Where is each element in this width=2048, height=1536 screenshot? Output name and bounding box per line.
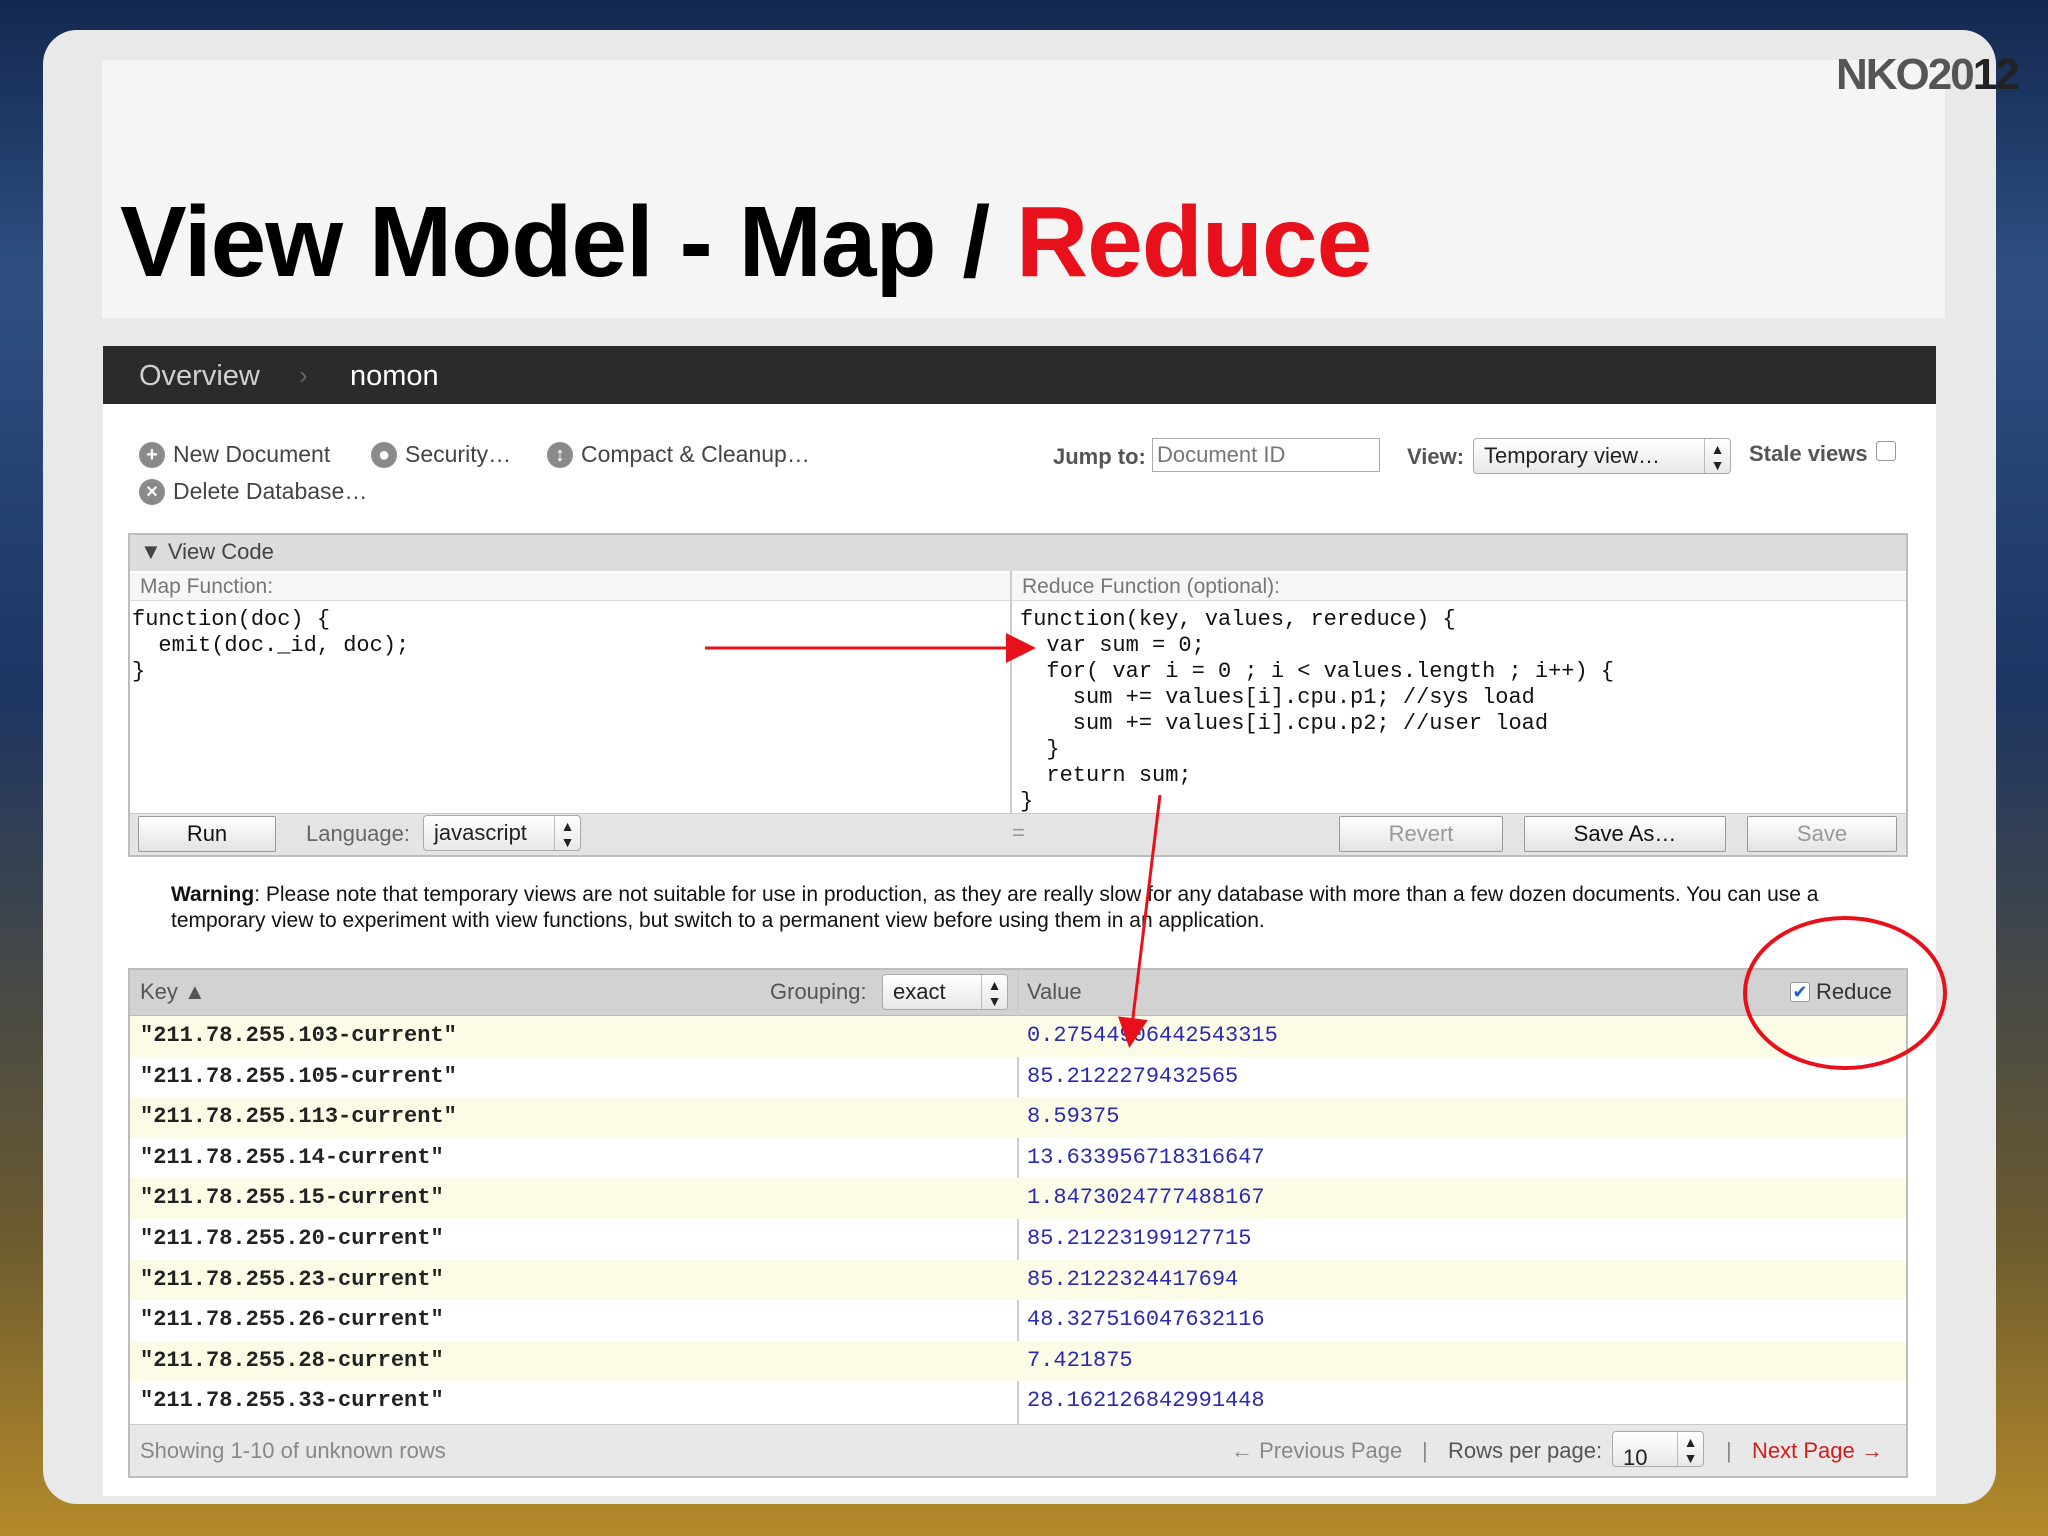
select-arrows-icon: ▲ ▼ bbox=[1677, 1432, 1703, 1466]
slide-title-accent: Reduce bbox=[1015, 186, 1372, 298]
next-page-link[interactable]: Next Page → bbox=[1752, 1438, 1883, 1464]
reduce-checkbox[interactable]: ✔ bbox=[1790, 982, 1810, 1002]
map-function-editor[interactable]: function(doc) { emit(doc._id, doc); } bbox=[132, 607, 409, 685]
shield-icon: ● bbox=[371, 441, 397, 468]
rows-per-page-label: Rows per page: bbox=[1448, 1438, 1603, 1463]
reduce-function-label: Reduce Function (optional): bbox=[1012, 573, 1906, 601]
view-code-toggle[interactable]: ▼ View Code bbox=[130, 535, 1906, 571]
code-toolbar: Run Language: javascript ▲ ▼ = Revert Sav… bbox=[130, 813, 1906, 855]
row-value: 1.8473024777488167 bbox=[1027, 1185, 1265, 1211]
view-select[interactable]: Temporary view… ▲ ▼ bbox=[1473, 438, 1731, 474]
revert-button[interactable]: Revert bbox=[1339, 816, 1503, 852]
row-key[interactable]: "211.78.255.28-current" bbox=[140, 1348, 444, 1373]
row-value: 85.2122324417694 bbox=[1027, 1266, 1239, 1292]
reduce-function-editor[interactable]: function(key, values, rereduce) { var su… bbox=[1020, 607, 1614, 815]
value-column-header: Value bbox=[1027, 979, 1082, 1004]
table-row[interactable]: "211.78.255.26-current" 48.32751604763211… bbox=[130, 1300, 1906, 1341]
table-row[interactable]: "211.78.255.23-current" 85.2122324417694 bbox=[130, 1259, 1906, 1301]
couchdb-futon-window: Overview › nomon + New Document ● Security… bbox=[103, 346, 1936, 1496]
grouping-select[interactable]: exact ▲ ▼ bbox=[882, 974, 1008, 1010]
table-row[interactable]: "211.78.255.33-current" 28.16212684299144… bbox=[130, 1381, 1906, 1422]
resize-handle[interactable]: = bbox=[1012, 820, 1025, 846]
row-key[interactable]: "211.78.255.105-current" bbox=[140, 1064, 457, 1089]
row-value: 48.327516047632116 bbox=[1027, 1307, 1265, 1333]
row-key[interactable]: "211.78.255.20-current" bbox=[140, 1226, 444, 1251]
table-row[interactable]: "211.78.255.113-current" 8.59375 bbox=[130, 1097, 1906, 1138]
stale-views-label: Stale views bbox=[1749, 441, 1868, 466]
run-button[interactable]: Run bbox=[138, 816, 276, 852]
row-value: 13.633956718316647 bbox=[1027, 1144, 1265, 1170]
row-key[interactable]: "211.78.255.14-current" bbox=[140, 1145, 444, 1170]
breadcrumb-bar: Overview › nomon bbox=[103, 346, 1936, 404]
select-arrows-icon: ▲ ▼ bbox=[554, 816, 580, 850]
pagination-bar: Showing 1-10 of unknown rows ← Previous … bbox=[130, 1424, 1906, 1476]
select-arrows-icon: ▲ ▼ bbox=[981, 975, 1007, 1009]
row-key[interactable]: "211.78.255.113-current" bbox=[140, 1104, 457, 1129]
pagination-separator: | bbox=[1726, 1438, 1732, 1463]
breadcrumb-overview[interactable]: Overview bbox=[139, 360, 260, 393]
language-label: Language: bbox=[306, 821, 410, 846]
map-function-label: Map Function: bbox=[130, 573, 1010, 601]
view-code-panel: ▼ View Code Map Function: Reduce Functio… bbox=[128, 533, 1908, 857]
view-label: View: bbox=[1407, 444, 1465, 469]
row-key[interactable]: "211.78.255.33-current" bbox=[140, 1388, 444, 1413]
jump-to-label: Jump to: bbox=[1053, 444, 1146, 469]
document-id-input[interactable] bbox=[1152, 438, 1380, 472]
row-key[interactable]: "211.78.255.23-current" bbox=[140, 1267, 444, 1292]
table-row[interactable]: "211.78.255.103-current" 0.27544906442543… bbox=[130, 1016, 1906, 1057]
row-value: 28.162126842991448 bbox=[1027, 1388, 1265, 1414]
row-value: 85.2122279432565 bbox=[1027, 1063, 1239, 1089]
select-arrows-icon: ▲ ▼ bbox=[1704, 439, 1730, 473]
breadcrumb-database: nomon bbox=[350, 360, 439, 392]
save-button[interactable]: Save bbox=[1747, 816, 1897, 852]
new-document-button[interactable]: + New Document bbox=[139, 441, 330, 468]
code-divider bbox=[1010, 571, 1012, 817]
language-select[interactable]: javascript ▲ ▼ bbox=[423, 815, 581, 851]
row-value: 8.59375 bbox=[1027, 1104, 1120, 1130]
rows-per-page-select[interactable]: 10 ▲ ▼ bbox=[1612, 1431, 1704, 1470]
temporary-view-warning: Warning: Please note that temporary view… bbox=[171, 883, 1819, 932]
stale-views-checkbox[interactable] bbox=[1876, 441, 1896, 461]
table-row[interactable]: "211.78.255.20-current" 85.21223199127715 bbox=[130, 1219, 1906, 1260]
compact-icon: ↕ bbox=[547, 441, 573, 468]
results-table: Key ▲ Grouping: exact ▲ ▼ Value ✔ Reduce … bbox=[128, 968, 1908, 1478]
row-key[interactable]: "211.78.255.26-current" bbox=[140, 1307, 444, 1332]
plus-icon: + bbox=[139, 441, 165, 468]
close-icon: × bbox=[139, 478, 165, 505]
table-row[interactable]: "211.78.255.14-current" 13.63395671831664… bbox=[130, 1138, 1906, 1179]
grouping-label: Grouping: bbox=[770, 979, 867, 1004]
row-value: 85.21223199127715 bbox=[1027, 1226, 1252, 1251]
table-row[interactable]: "211.78.255.15-current" 1.847302477748816… bbox=[130, 1178, 1906, 1219]
row-value: 0.27544906442543315 bbox=[1027, 1023, 1278, 1048]
security-button[interactable]: ● Security… bbox=[371, 441, 511, 468]
conference-logo: NKO2012 bbox=[1836, 50, 2020, 99]
compact-cleanup-button[interactable]: ↕ Compact & Cleanup… bbox=[547, 441, 810, 468]
breadcrumb-separator-icon: › bbox=[299, 360, 308, 390]
save-as-button[interactable]: Save As… bbox=[1524, 816, 1726, 852]
key-column-header[interactable]: Key ▲ bbox=[140, 979, 206, 1005]
reduce-label: Reduce bbox=[1816, 979, 1892, 1004]
table-row[interactable]: "211.78.255.28-current" 7.421875 bbox=[130, 1340, 1906, 1382]
row-key[interactable]: "211.78.255.15-current" bbox=[140, 1185, 444, 1210]
delete-database-button[interactable]: × Delete Database… bbox=[139, 478, 367, 505]
slide-title: View Model - Map / Reduce bbox=[120, 186, 1372, 298]
row-value: 7.421875 bbox=[1027, 1347, 1133, 1373]
showing-count: Showing 1-10 of unknown rows bbox=[140, 1438, 446, 1463]
table-row[interactable]: "211.78.255.105-current" 85.2122279432565 bbox=[130, 1057, 1906, 1098]
pagination-separator: | bbox=[1422, 1438, 1428, 1463]
previous-page-link[interactable]: ← Previous Page bbox=[1231, 1438, 1402, 1464]
row-key[interactable]: "211.78.255.103-current" bbox=[140, 1023, 457, 1048]
